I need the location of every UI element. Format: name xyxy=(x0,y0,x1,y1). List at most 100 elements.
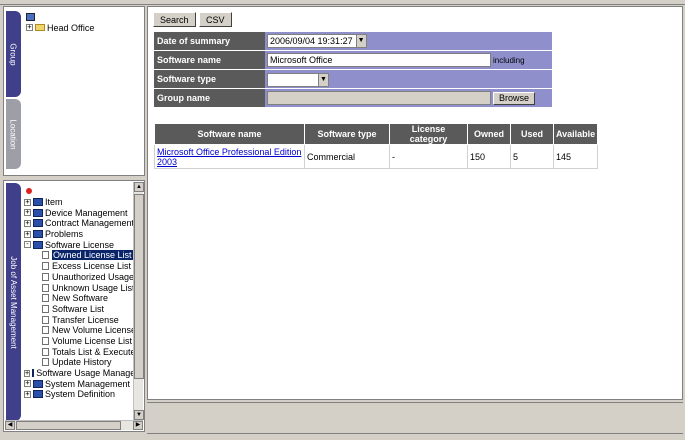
tree-item-contract-management[interactable]: + Contract Management xyxy=(24,218,136,229)
chevron-down-icon[interactable]: ▼ xyxy=(355,35,366,47)
tab-location[interactable]: Location xyxy=(6,99,21,169)
page-icon xyxy=(42,262,49,271)
results-table: Software name Software type License cate… xyxy=(154,123,599,169)
tree-item-software-list[interactable]: Software List xyxy=(24,304,136,315)
expand-icon[interactable]: + xyxy=(24,209,31,217)
results-header: Software name Software type License cate… xyxy=(154,123,599,145)
tab-job-of-asset-management[interactable]: Job of Asset Management xyxy=(6,183,21,421)
job-pane: Job of Asset Management + Item + Device Ma… xyxy=(3,180,145,432)
window-top-border xyxy=(0,0,685,5)
tree-item-label: Volume License List xyxy=(52,335,133,346)
software-type-label: Software type xyxy=(154,70,265,88)
tree-item-new-software[interactable]: New Software xyxy=(24,293,136,304)
page-icon xyxy=(42,336,49,345)
browse-button[interactable]: Browse xyxy=(493,91,536,105)
tree-item-unknown-usage-list[interactable]: Unknown Usage List xyxy=(24,282,136,293)
tree-item-label: Update History xyxy=(52,357,112,368)
page-icon xyxy=(42,347,49,356)
tree-item-update-history[interactable]: Update History xyxy=(24,357,136,368)
tree-item-label: Item xyxy=(45,197,63,208)
software-name-cell: Microsoft Office Professional Edition 20… xyxy=(154,144,305,169)
scroll-down-icon[interactable]: ▼ xyxy=(134,410,144,420)
tree-item-new-volume-license[interactable]: New Volume License xyxy=(24,325,136,336)
csv-button[interactable]: CSV xyxy=(199,12,232,27)
tree-item-item[interactable]: + Item xyxy=(24,197,136,208)
software-name-link[interactable]: Microsoft Office Professional Edition 20… xyxy=(157,147,301,167)
tree-item-label: New Software xyxy=(52,293,109,304)
page-icon xyxy=(42,251,49,260)
column-header[interactable]: Software name xyxy=(154,123,305,145)
tree-item-totals-list-execute[interactable]: Totals List & Execute xyxy=(24,346,136,357)
group-name-cell: Browse xyxy=(265,89,552,107)
group-name-label: Group name xyxy=(154,89,265,107)
tree-item-label: New Volume License xyxy=(51,325,136,336)
tree-item-label: Unknown Usage List xyxy=(52,282,135,293)
main-content: Search CSV Date of summary 2006/09/04 19… xyxy=(147,6,683,400)
tree-item-label: System Definition xyxy=(45,389,116,400)
horizontal-scrollbar[interactable]: ◀ ▶ xyxy=(5,420,143,430)
scroll-right-icon[interactable]: ▶ xyxy=(133,421,143,430)
including-text: including xyxy=(493,55,525,65)
tree-item-label: Excess License List xyxy=(52,261,132,272)
date-select[interactable]: 2006/09/04 19:31:27 ▼ xyxy=(267,34,367,48)
computer-icon xyxy=(26,12,35,21)
form-row-software-type: Software type ▼ xyxy=(154,70,552,88)
book-icon xyxy=(33,208,43,217)
collapse-icon[interactable]: - xyxy=(24,241,31,249)
book-icon xyxy=(33,198,43,207)
expand-icon[interactable]: + xyxy=(24,390,31,398)
tree-item-head-office[interactable]: + Head Office xyxy=(26,22,142,33)
tree-item-system-management[interactable]: + System Management xyxy=(24,378,136,389)
tree-item-problems[interactable]: + Problems xyxy=(24,229,136,240)
column-header[interactable]: Software type xyxy=(304,123,390,145)
page-icon xyxy=(42,283,49,292)
search-button[interactable]: Search xyxy=(153,12,196,27)
tree-item-label: Problems xyxy=(45,229,84,240)
tree-item-label: Software List xyxy=(52,303,105,314)
scroll-left-icon[interactable]: ◀ xyxy=(5,421,15,430)
form-row-software-name: Software name Microsoft Office including xyxy=(154,51,552,69)
scroll-thumb[interactable] xyxy=(16,421,121,430)
book-icon xyxy=(32,369,35,378)
scroll-thumb[interactable] xyxy=(134,194,144,379)
tree-item-label: Owned License List xyxy=(52,250,133,261)
vertical-scrollbar[interactable]: ▲ ▼ xyxy=(133,182,144,420)
expand-icon[interactable]: + xyxy=(26,24,33,31)
scroll-up-icon[interactable]: ▲ xyxy=(134,182,144,192)
column-header[interactable]: Available xyxy=(552,123,599,145)
tree-item-unauthorized-usage[interactable]: Unauthorized Usage xyxy=(24,272,136,283)
column-header[interactable]: Owned xyxy=(467,123,511,145)
expand-icon[interactable]: + xyxy=(24,369,31,377)
book-icon xyxy=(33,390,43,399)
column-header[interactable]: Used xyxy=(510,123,554,145)
tree-item-label: Totals List & Execute xyxy=(52,346,136,357)
tab-group[interactable]: Group xyxy=(6,11,21,97)
folder-icon xyxy=(35,24,45,31)
group-tree: + Head Office xyxy=(26,11,142,33)
group-location-pane: Group Location + Head Office xyxy=(3,6,145,176)
expand-icon[interactable]: + xyxy=(24,198,31,206)
tree-item-owned-license-list[interactable]: Owned License List xyxy=(24,250,136,261)
book-icon xyxy=(33,230,43,239)
expand-icon[interactable]: + xyxy=(24,219,31,227)
tree-item-device-management[interactable]: + Device Management xyxy=(24,207,136,218)
tree-item-transfer-license[interactable]: Transfer License xyxy=(24,314,136,325)
tree-item-volume-license-list[interactable]: Volume License List xyxy=(24,336,136,347)
tree-item-software-usage-management[interactable]: + Software Usage Management xyxy=(24,368,136,379)
license-category-cell: - xyxy=(389,144,468,169)
software-type-select[interactable]: ▼ xyxy=(267,72,329,87)
software-name-input[interactable]: Microsoft Office xyxy=(267,53,491,67)
expand-icon[interactable]: + xyxy=(24,380,31,388)
tree-item-excess-license-list[interactable]: Excess License List xyxy=(24,261,136,272)
column-header[interactable]: License category xyxy=(389,123,468,145)
job-tree: + Item + Device Management + Contract Manag… xyxy=(24,186,136,400)
tree-item-system-definition[interactable]: + System Definition xyxy=(24,389,136,400)
page-icon xyxy=(42,272,49,281)
software-name-cell: Microsoft Office including xyxy=(265,51,552,69)
chevron-down-icon[interactable]: ▼ xyxy=(318,73,328,86)
vertical-tabs: Group Location xyxy=(4,7,22,175)
bottom-frame xyxy=(147,402,683,434)
tree-item-label: Transfer License xyxy=(52,314,119,325)
expand-icon[interactable]: + xyxy=(24,230,31,238)
tree-item-software-license[interactable]: - Software License xyxy=(24,239,136,250)
